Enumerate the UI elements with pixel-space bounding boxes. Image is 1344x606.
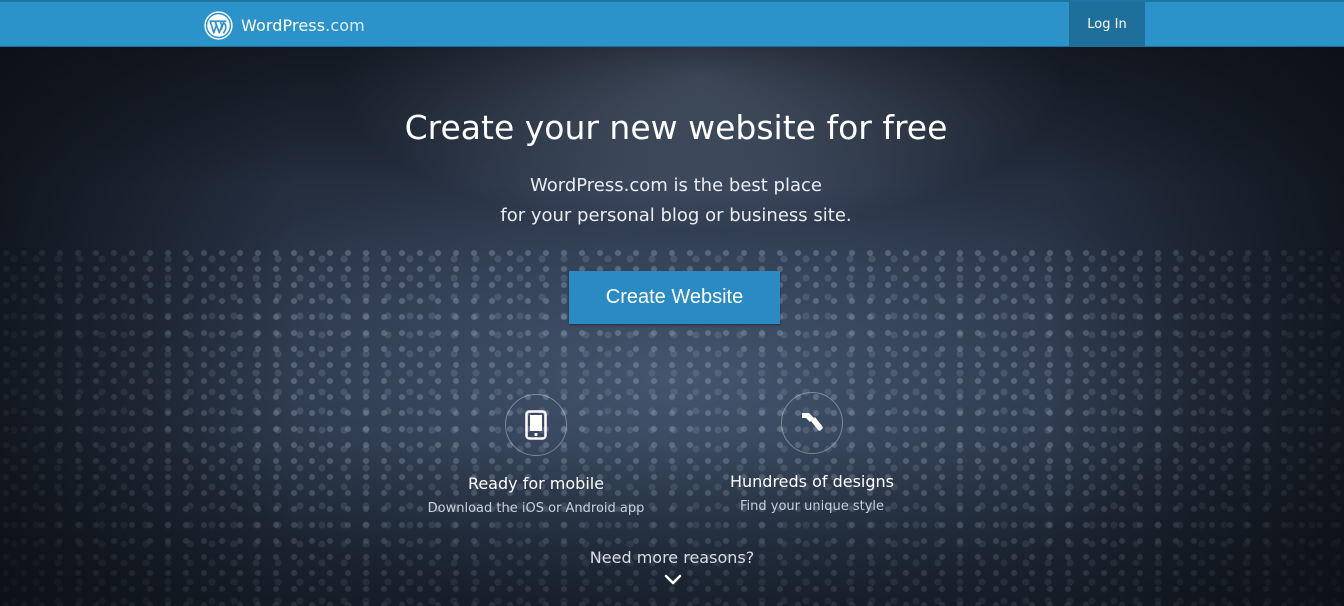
feature-title: Hundreds of designs bbox=[729, 472, 895, 491]
feature-subtitle: Find your unique style bbox=[739, 499, 884, 514]
feature-icon-circle bbox=[505, 394, 567, 456]
brand-name: WordPress.com bbox=[241, 16, 365, 35]
feature-mobile: Ready for mobile Download the iOS or And… bbox=[406, 394, 666, 516]
wordpress-logo-icon bbox=[204, 11, 233, 40]
top-navigation-bar: WordPress.com Log In bbox=[0, 0, 1344, 47]
brand-name-suffix: .com bbox=[325, 16, 365, 35]
brand-name-main: WordPress bbox=[241, 16, 326, 35]
brand-home-link[interactable]: WordPress.com bbox=[204, 11, 365, 40]
paintbrush-icon bbox=[802, 413, 823, 431]
chevron-down-icon[interactable] bbox=[664, 574, 682, 586]
feature-designs: Hundreds of designs Find your unique sty… bbox=[682, 392, 942, 514]
need-more-reasons-link[interactable]: Need more reasons? bbox=[0, 548, 1344, 567]
login-button[interactable]: Log In bbox=[1069, 2, 1145, 47]
mobile-phone-icon bbox=[525, 410, 547, 440]
hero-headline: Create your new website for free bbox=[404, 108, 948, 147]
create-website-button[interactable]: Create Website bbox=[569, 271, 780, 324]
page: WordPress.com Log In Create your new web… bbox=[0, 0, 1344, 606]
hero-subline-1: WordPress.com is the best place bbox=[530, 175, 822, 196]
feature-subtitle: Download the iOS or Android app bbox=[427, 501, 645, 516]
feature-title: Ready for mobile bbox=[467, 474, 605, 493]
hero-subline-2: for your personal blog or business site. bbox=[500, 205, 852, 226]
feature-icon-circle bbox=[781, 392, 843, 454]
